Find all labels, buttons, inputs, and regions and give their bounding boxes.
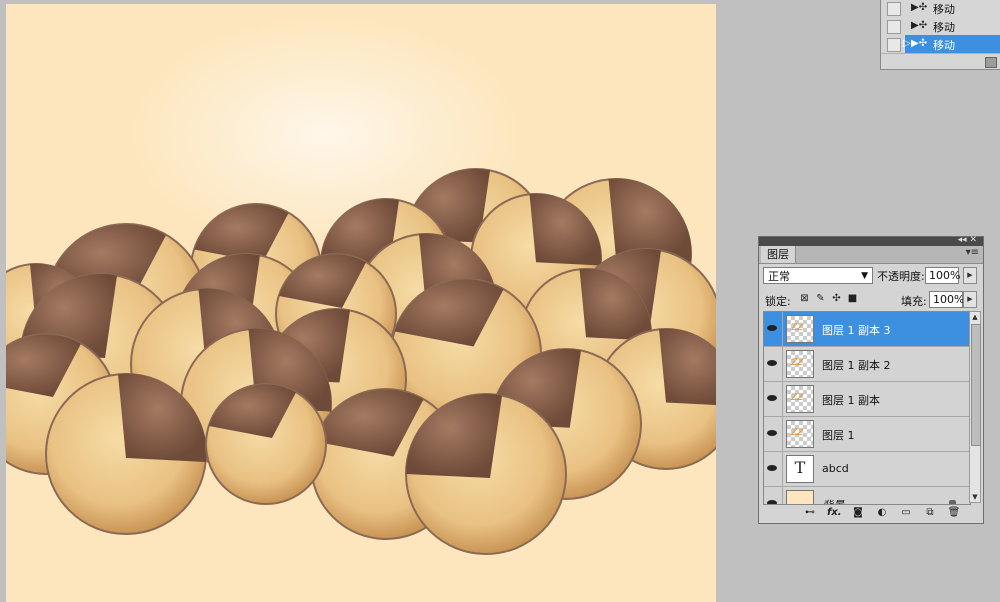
fx-icon[interactable]: fx. xyxy=(827,507,842,519)
scroll-down-icon[interactable]: ▼ xyxy=(970,492,980,502)
dropdown-arrow-icon: ▼ xyxy=(861,271,868,281)
fill-input[interactable]: 100% xyxy=(929,291,964,308)
visibility-toggle[interactable] xyxy=(764,382,783,416)
document-canvas[interactable] xyxy=(6,4,716,602)
text-layer-icon: T xyxy=(786,455,814,483)
blend-mode-value: 正常 xyxy=(768,270,790,283)
layer-name[interactable]: 图层 1 副本 xyxy=(822,392,880,408)
history-item[interactable]: ▶✣ 移动 xyxy=(881,0,1000,17)
opacity-input[interactable]: 100% xyxy=(925,267,960,284)
collapse-icon[interactable]: ◂◂ ✕ xyxy=(958,235,977,245)
panel-title-bar[interactable]: ◂◂ ✕ xyxy=(759,235,983,246)
history-checkbox[interactable] xyxy=(887,2,901,16)
layer-thumbnail: ZZ xyxy=(786,350,814,378)
cookie-artwork xyxy=(6,168,716,555)
scroll-thumb[interactable] xyxy=(971,324,981,446)
layer-name[interactable]: 图层 1 副本 2 xyxy=(822,357,891,373)
move-tool-icon: ▶✣ xyxy=(911,2,928,13)
history-item-label: 移动 xyxy=(933,3,955,16)
history-item[interactable]: ▶✣ 移动 xyxy=(881,17,1000,35)
layer-row[interactable]: ZZ 图层 1 副本 2 xyxy=(764,347,970,382)
lock-all-icon[interactable]: ■ xyxy=(847,293,858,304)
lock-label: 锁定: xyxy=(765,295,791,308)
group-icon[interactable]: ▭ xyxy=(899,507,913,519)
move-tool-icon: ▶✣ xyxy=(911,38,928,49)
history-item-active[interactable]: ▷ ▶✣ 移动 xyxy=(881,35,1000,53)
eye-icon xyxy=(767,325,777,331)
opacity-slider-button[interactable]: ▶ xyxy=(963,267,977,284)
lock-position-icon[interactable]: ✣ xyxy=(831,293,842,304)
visibility-toggle[interactable] xyxy=(764,487,783,504)
layer-row[interactable]: 背景 xyxy=(764,487,970,504)
layer-name[interactable]: 背景 xyxy=(822,497,844,504)
visibility-toggle[interactable] xyxy=(764,452,783,486)
history-item-label: 移动 xyxy=(933,39,955,52)
layer-name[interactable]: abcd xyxy=(822,462,849,475)
eye-icon xyxy=(767,465,777,471)
trash-icon[interactable] xyxy=(985,57,997,68)
layers-panel: ◂◂ ✕ 图层 ▾≡ 正常 ▼ 不透明度: 100% ▶ 锁定: ⊠ ✎ ✣ ■… xyxy=(758,235,984,524)
layers-bottom-bar: ⊷ fx. ◙ ◐ ▭ ⧉ 🗑 xyxy=(759,505,983,523)
eye-icon xyxy=(767,360,777,366)
layer-thumbnail: ZZ xyxy=(786,385,814,413)
history-footer xyxy=(881,53,1000,70)
fill-label: 填充: xyxy=(901,295,927,308)
eye-icon xyxy=(767,395,777,401)
panel-tab-bar: 图层 ▾≡ xyxy=(759,246,983,264)
tab-layers[interactable]: 图层 xyxy=(761,246,796,263)
layer-thumbnail xyxy=(786,490,814,504)
lock-brush-icon[interactable]: ✎ xyxy=(815,293,826,304)
history-item-label: 移动 xyxy=(933,21,955,34)
layer-row[interactable]: ZZ 图层 1 副本 xyxy=(764,382,970,417)
lock-transparency-icon[interactable]: ⊠ xyxy=(799,293,810,304)
visibility-toggle[interactable] xyxy=(764,312,783,346)
layer-row[interactable]: ZZ 图层 1 副本 3 xyxy=(764,312,970,347)
opacity-label: 不透明度: xyxy=(877,270,925,283)
panel-menu-icon[interactable]: ▾≡ xyxy=(966,247,979,258)
visibility-toggle[interactable] xyxy=(764,347,783,381)
visibility-toggle[interactable] xyxy=(764,417,783,451)
link-layers-icon[interactable]: ⊷ xyxy=(803,507,817,519)
history-checkbox[interactable] xyxy=(887,20,901,34)
move-tool-icon: ▶✣ xyxy=(911,20,928,31)
scroll-up-icon[interactable]: ▲ xyxy=(970,312,980,322)
layer-thumbnail: ZZ xyxy=(786,315,814,343)
new-layer-icon[interactable]: ⧉ xyxy=(923,507,937,519)
lock-row: 锁定: ⊠ ✎ ✣ ■ 填充: 100% ▶ xyxy=(763,291,979,308)
layer-row[interactable]: ZZ 图层 1 xyxy=(764,417,970,452)
history-panel: ▶✣ 移动 ▶✣ 移动 ▷ ▶✣ 移动 xyxy=(880,0,1000,70)
trash-icon[interactable]: 🗑 xyxy=(947,507,961,519)
mask-icon[interactable]: ◙ xyxy=(851,507,865,519)
adjustment-icon[interactable]: ◐ xyxy=(875,507,889,519)
layer-name[interactable]: 图层 1 副本 3 xyxy=(822,322,891,338)
fill-slider-button[interactable]: ▶ xyxy=(963,291,977,308)
history-state-pointer-icon: ▷ xyxy=(903,38,911,49)
layer-name[interactable]: 图层 1 xyxy=(822,427,855,443)
layer-thumbnail: ZZ xyxy=(786,420,814,448)
eye-icon xyxy=(767,430,777,436)
blend-mode-select[interactable]: 正常 ▼ xyxy=(763,267,873,284)
layer-list-scrollbar[interactable]: ▲ ▼ xyxy=(969,311,981,503)
layer-row[interactable]: T abcd xyxy=(764,452,970,487)
layer-list: ZZ 图层 1 副本 3 ZZ 图层 1 副本 2 ZZ 图层 1 副本 ZZ … xyxy=(763,311,971,505)
history-checkbox[interactable] xyxy=(887,38,901,52)
